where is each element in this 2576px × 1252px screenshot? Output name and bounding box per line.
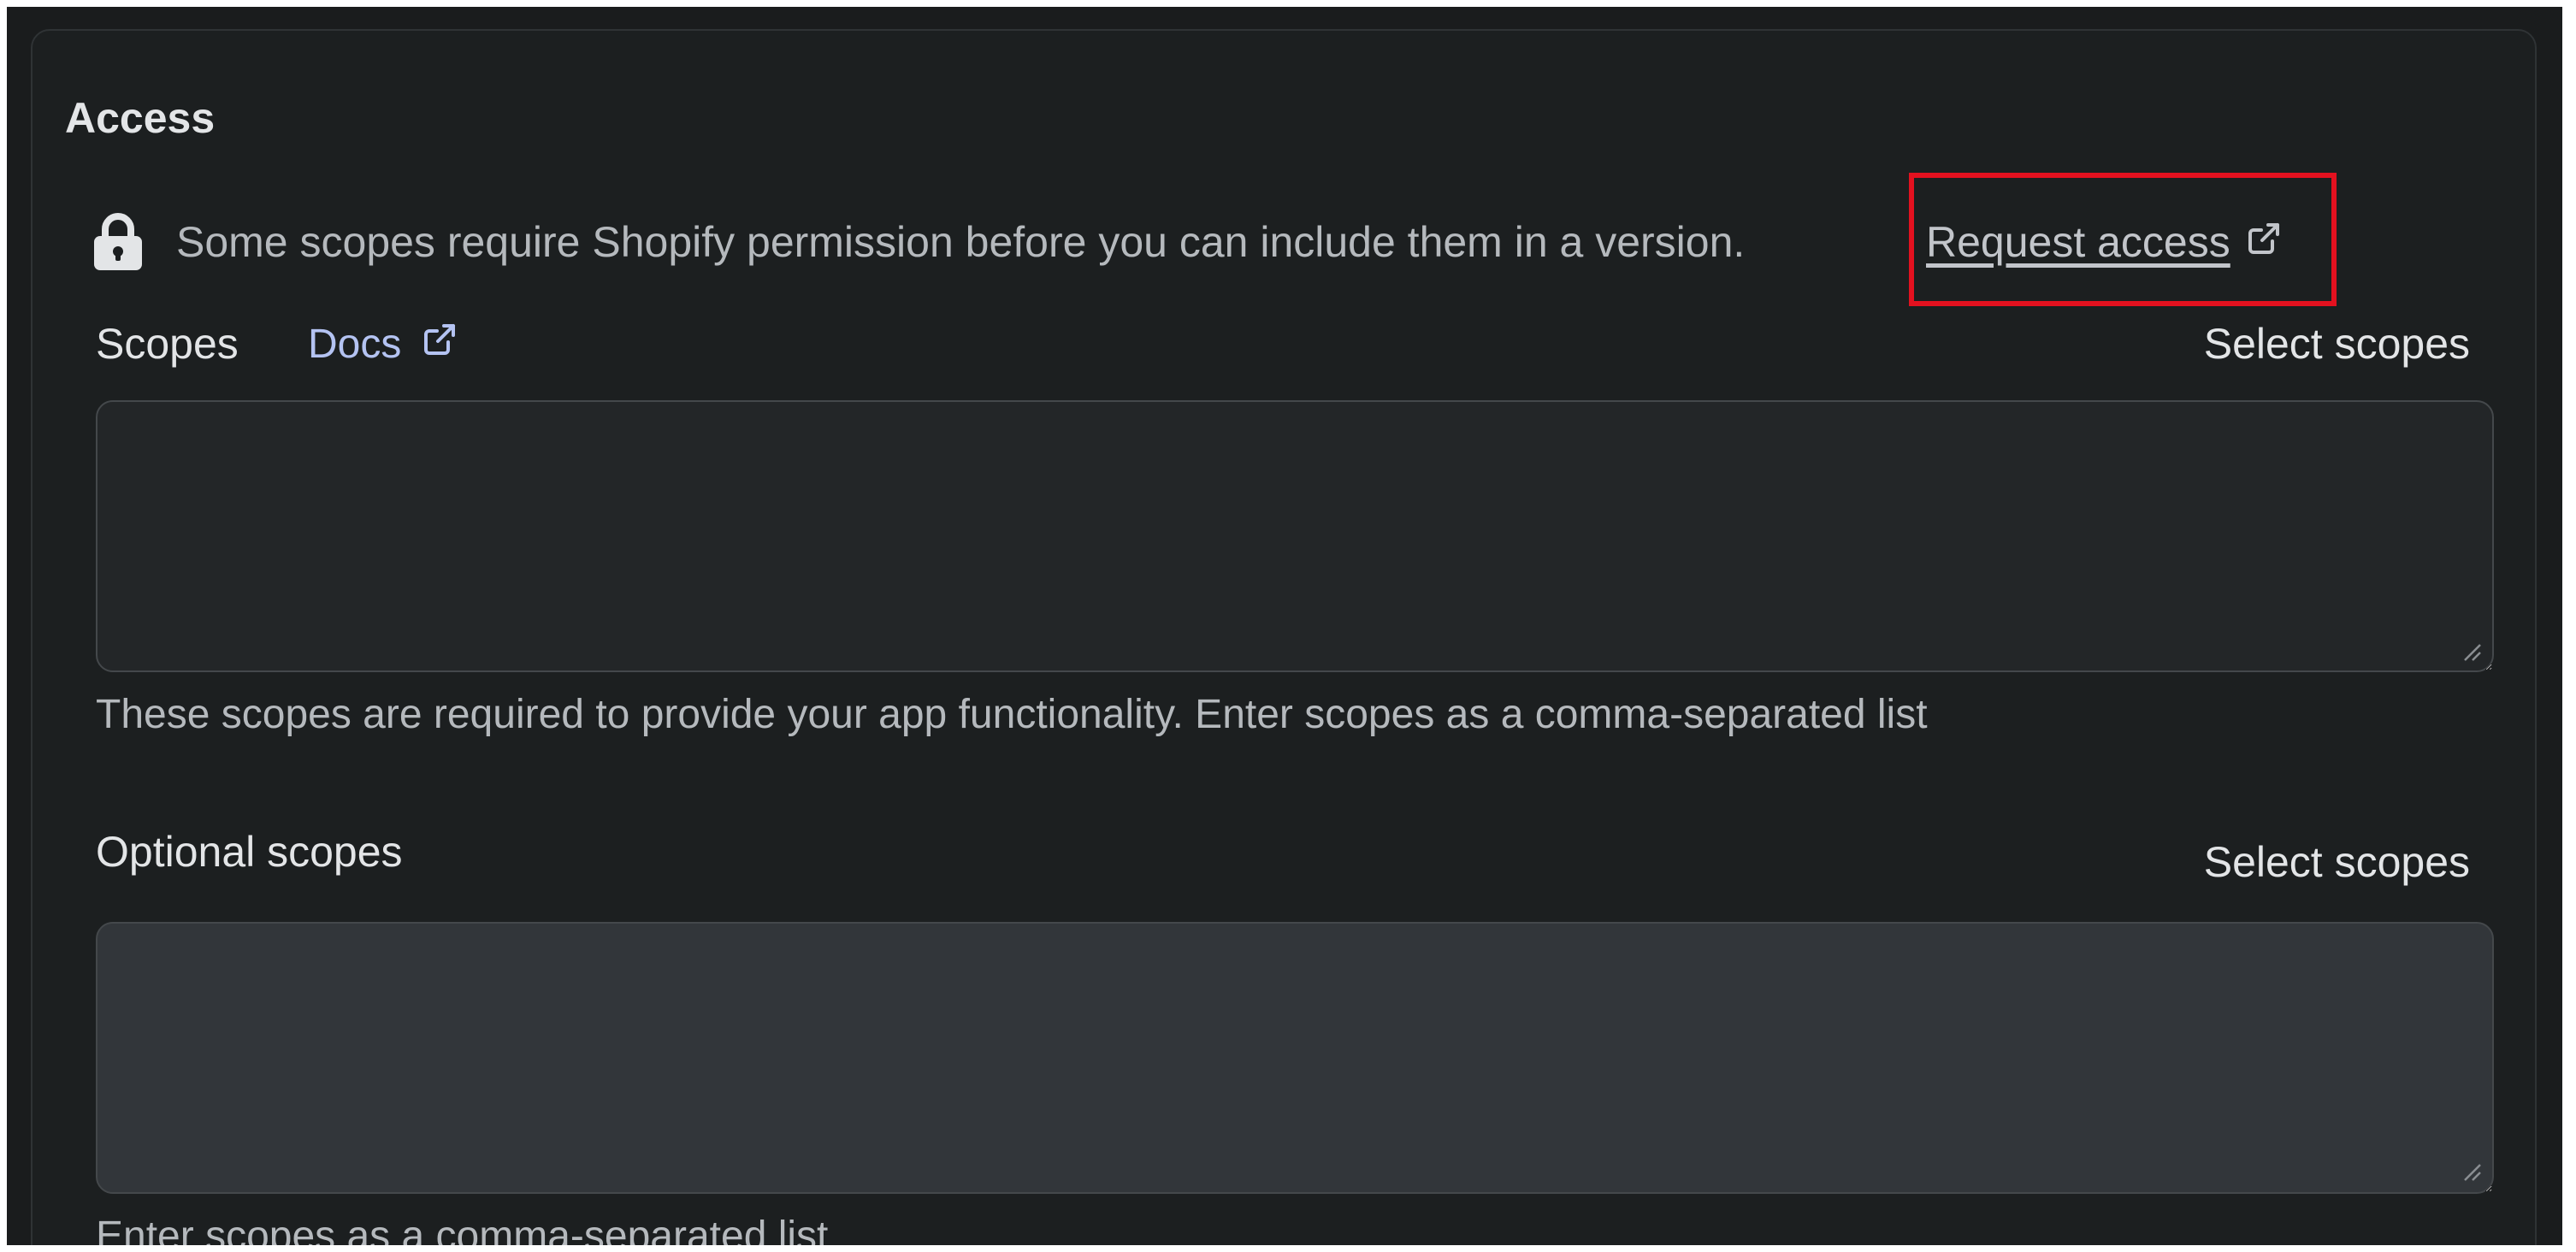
request-access-link[interactable]: Request access [1926,212,2282,272]
resize-handle-icon[interactable] [2461,1161,2482,1182]
lock-icon [92,212,144,272]
app-frame: Access Some scopes require Shopify permi… [7,7,2562,1245]
docs-link[interactable]: Docs [308,318,458,369]
resize-handle-icon[interactable] [2461,641,2482,662]
optional-scopes-textarea[interactable] [96,922,2494,1194]
section-title: Access [65,94,216,142]
scopes-label: Scopes [96,320,239,368]
request-access-label: Request access [1926,218,2230,266]
docs-label: Docs [308,321,402,367]
scopes-help-text: These scopes are required to provide you… [96,692,1928,737]
select-optional-scopes-button[interactable]: Select scopes [2204,836,2470,888]
select-scopes-button[interactable]: Select scopes [2204,318,2470,369]
scopes-textarea[interactable] [96,400,2494,672]
notice-text: Some scopes require Shopify permission b… [176,218,1746,266]
external-link-icon [422,321,458,368]
permission-notice: Some scopes require Shopify permission b… [92,212,1745,272]
optional-scopes-help-text: Enter scopes as a comma-separated list [96,1214,829,1245]
optional-scopes-label: Optional scopes [96,828,403,876]
external-link-icon [2246,217,2282,267]
